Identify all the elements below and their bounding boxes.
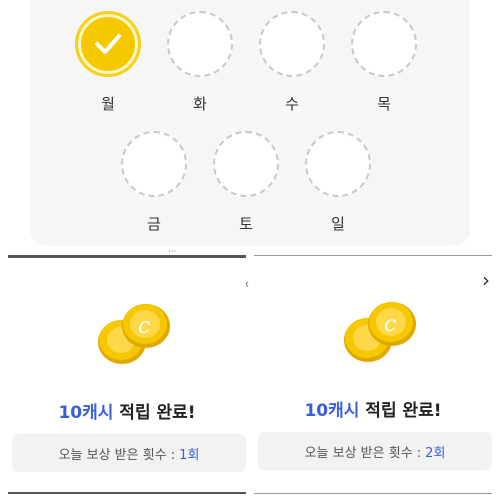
day-label: 금: [147, 215, 161, 233]
day-sun: 일: [303, 131, 373, 234]
svg-text:c: c: [384, 312, 396, 337]
reward-title: 10캐시 적립 완료!: [8, 398, 246, 423]
check-icon: [95, 34, 121, 54]
day-stamp-empty: [167, 11, 233, 77]
day-label: 일: [331, 215, 345, 233]
reward-popup-1: c 10캐시 적립 완료! 오늘 보상 받은 횟수 : 1회: [8, 255, 246, 500]
day-label: 토: [239, 215, 253, 233]
reward-popup-2: c 10캐시 적립 완료! 오늘 보상 받은 횟수 : 2회: [254, 255, 492, 500]
day-stamp-empty: [121, 131, 187, 197]
day-label: 수: [285, 95, 299, 113]
reward-count-label: 오늘 보상 받은 횟수 :: [304, 445, 422, 461]
reward-title-suffix: 적립 완료!: [359, 401, 442, 421]
day-stamp-empty: [351, 11, 417, 77]
svg-text:c: c: [138, 314, 150, 339]
coins-icon: c: [98, 304, 170, 364]
reward-amount: 10캐시: [304, 401, 360, 421]
chevron-right-icon[interactable]: ›: [482, 268, 490, 292]
reward-count-value: 1회: [179, 447, 200, 463]
divider: [8, 492, 246, 494]
day-stamp-checked: [75, 11, 141, 77]
day-fri: 금: [119, 131, 189, 234]
day-stamp-empty: [213, 131, 279, 197]
day-label: 화: [193, 95, 207, 113]
day-thu: 목: [349, 11, 419, 114]
reward-title: 10캐시 적립 완료!: [254, 396, 492, 421]
attendance-card: 월 화 수 목 금 토 일: [30, 0, 470, 246]
reward-count-box: 오늘 보상 받은 횟수 : 2회: [258, 432, 492, 470]
reward-count-value: 2회: [425, 445, 446, 461]
day-tue: 화: [165, 11, 235, 114]
reward-count-box: 오늘 보상 받은 횟수 : 1회: [12, 434, 246, 472]
coins-icon: c: [344, 302, 416, 362]
reward-title-suffix: 적립 완료!: [113, 403, 196, 423]
reward-count-label: 오늘 보상 받은 횟수 :: [58, 447, 176, 463]
day-mon: 월: [73, 11, 143, 114]
day-label: 목: [377, 95, 391, 113]
day-sat: 토: [211, 131, 281, 234]
day-stamp-empty: [259, 11, 325, 77]
reward-amount: 10캐시: [58, 403, 114, 423]
day-wed: 수: [257, 11, 327, 114]
divider: [254, 493, 492, 494]
day-stamp-empty: [305, 131, 371, 197]
day-label: 월: [101, 95, 115, 113]
